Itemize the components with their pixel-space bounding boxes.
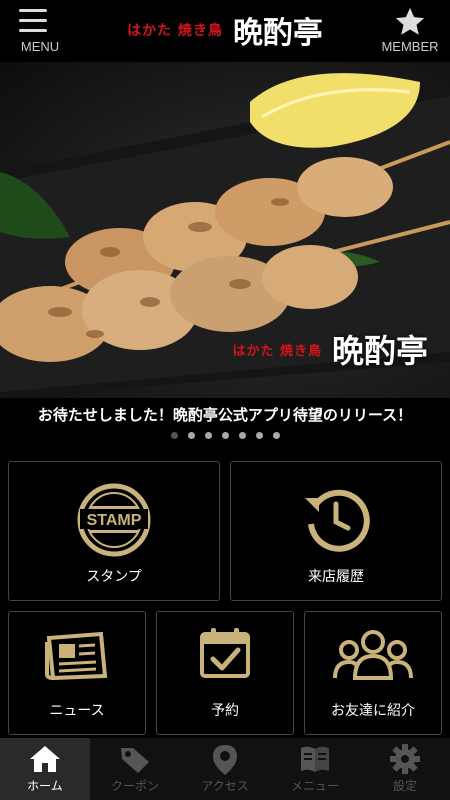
star-icon: [395, 7, 425, 35]
nav-coupon-label: クーポン: [110, 779, 159, 793]
invite-label: お友達に紹介: [331, 703, 415, 719]
news-label: ニュース: [49, 703, 105, 719]
nav-settings-label: 設定: [392, 779, 417, 793]
hero-logo: はかた 焼き鳥 晩酌亭: [232, 326, 428, 372]
carousel-dot[interactable]: [238, 432, 246, 439]
stamp-label: スタンプ: [86, 569, 142, 585]
stamp-icon-text: STAMP: [87, 512, 142, 529]
stamp-icon: STAMP: [77, 483, 151, 557]
app-header: MENU はかた 焼き鳥 晩酌亭 MEMBER: [0, 0, 450, 62]
nav-access[interactable]: アクセス: [180, 738, 270, 800]
menu-button[interactable]: MENU: [0, 0, 80, 62]
stamp-tile[interactable]: STAMP スタンプ: [8, 461, 220, 601]
carousel-dot[interactable]: [272, 432, 280, 439]
news-tile[interactable]: ニュース: [8, 611, 146, 735]
logo-title: 晩酌亭: [232, 16, 323, 51]
carousel-dot[interactable]: [170, 432, 178, 439]
member-button[interactable]: MEMBER: [370, 0, 450, 62]
hamburger-icon: [19, 9, 47, 32]
reserve-tile[interactable]: 予約: [156, 611, 294, 735]
carousel-dot[interactable]: [255, 432, 263, 439]
member-label: MEMBER: [381, 39, 439, 54]
carousel-dot[interactable]: [204, 432, 212, 439]
book-icon: [301, 746, 329, 772]
nav-home-label: ホーム: [27, 779, 63, 793]
coupon-tag-icon: [121, 748, 149, 773]
carousel-dots[interactable]: [0, 432, 450, 444]
nav-coupon[interactable]: クーポン: [90, 738, 180, 800]
nav-menu[interactable]: メニュー: [270, 738, 360, 800]
nav-access-label: アクセス: [201, 779, 249, 793]
history-icon: [305, 489, 370, 552]
history-label: 来店履歴: [308, 569, 364, 585]
carousel-dot[interactable]: [187, 432, 195, 439]
history-tile[interactable]: 来店履歴: [230, 461, 442, 601]
nav-settings[interactable]: 設定: [360, 738, 450, 800]
invite-tile[interactable]: お友達に紹介: [304, 611, 442, 735]
logo-subtitle: はかた 焼き鳥: [127, 23, 223, 39]
hero-banner[interactable]: はかた 焼き鳥 晩酌亭: [0, 62, 450, 398]
app-logo: はかた 焼き鳥 晩酌亭: [110, 8, 340, 52]
hero-logo-subtitle: はかた 焼き鳥: [232, 343, 322, 359]
map-pin-icon: [213, 745, 237, 775]
reserve-label: 予約: [211, 703, 239, 719]
nav-menu-label: メニュー: [290, 779, 339, 793]
calendar-check-icon: [200, 628, 250, 678]
carousel-dot[interactable]: [221, 432, 229, 439]
newspaper-icon: [45, 631, 108, 681]
hero-logo-title: 晩酌亭: [331, 332, 428, 370]
menu-label: MENU: [20, 39, 60, 54]
home-icon: [30, 746, 60, 772]
carousel-caption[interactable]: お待たせしました！晩酌亭公式アプリ待望のリリース！: [0, 398, 450, 428]
gear-icon: [390, 744, 420, 774]
nav-home[interactable]: ホーム: [0, 738, 90, 800]
bottom-nav: ホーム クーポン アクセス メニュー 設定: [0, 738, 450, 800]
group-icon: [333, 630, 413, 680]
